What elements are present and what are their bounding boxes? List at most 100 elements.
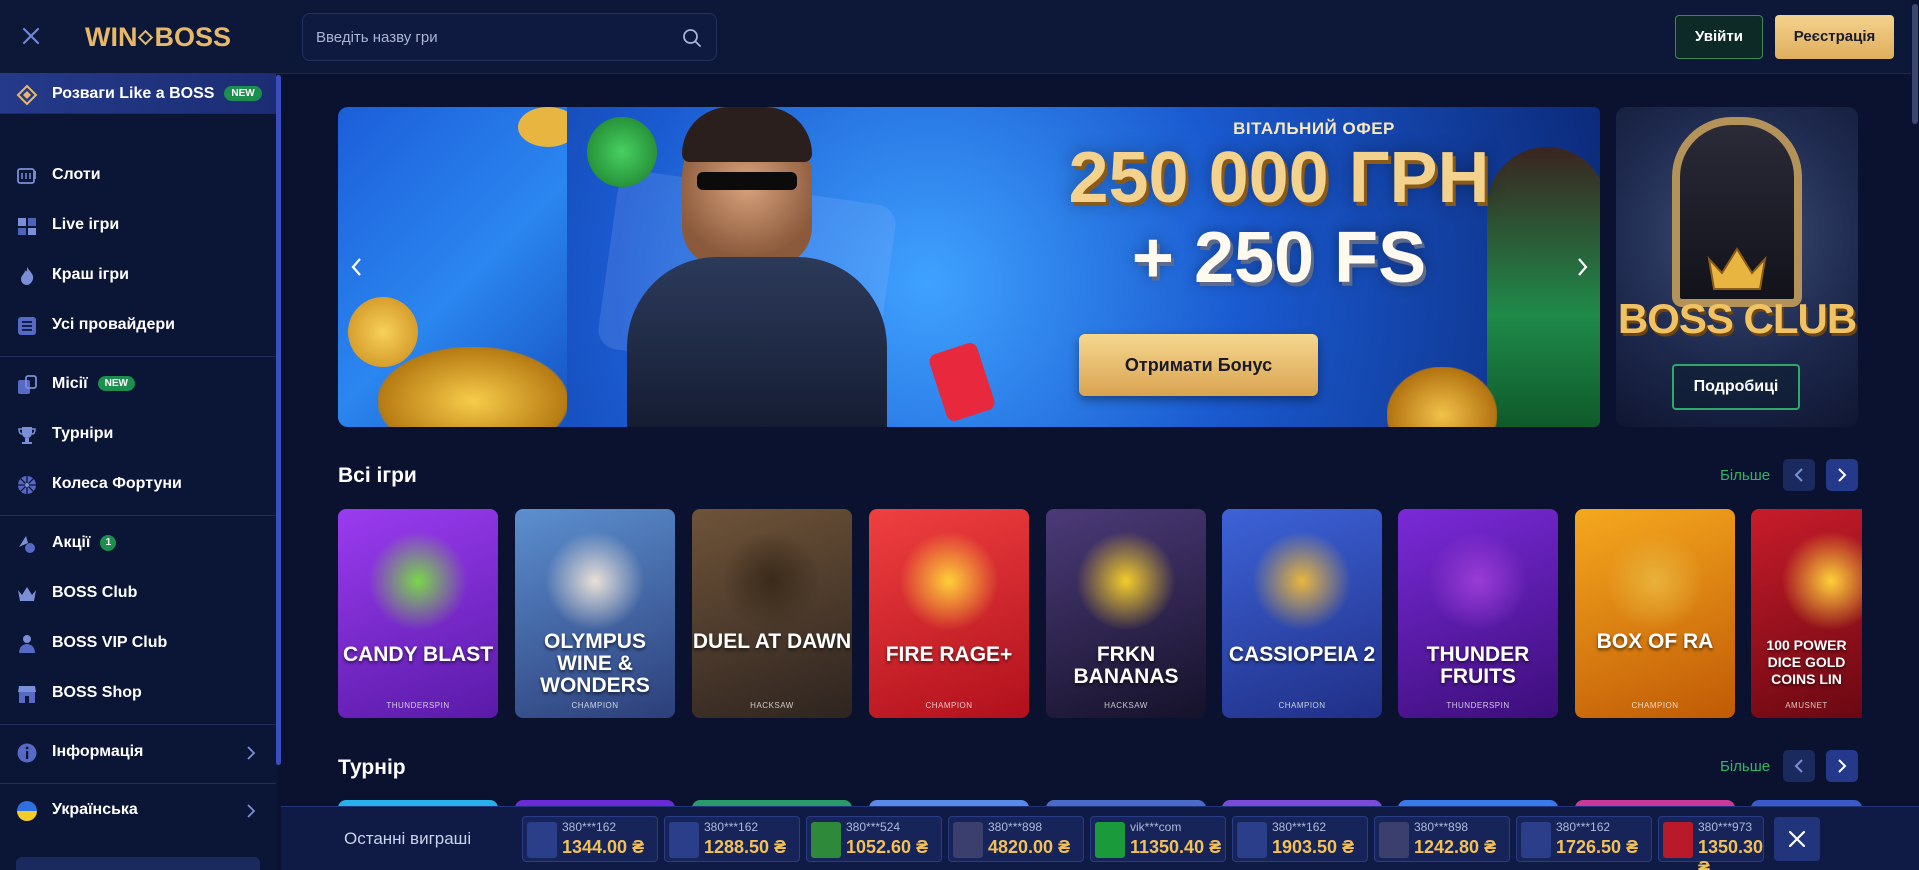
game-card[interactable]: OLYMPUS WINE & WONDERS CHAMPION [515,509,675,718]
sidebar-item-label: Українська [52,801,138,818]
sidebar-item-label: Інформація [52,743,144,760]
banner-next-arrow-icon[interactable] [1575,257,1589,277]
game-provider: AMUSNET [1785,701,1828,710]
win-amount: 4820.00 ₴ [988,837,1071,857]
game-search[interactable]: Введіть назву гри [302,13,717,61]
search-input[interactable]: Введіть назву гри [316,29,438,46]
sidebar-item-boss-shop[interactable]: BOSS Shop [0,671,276,717]
win-amount: 1242.80 ₴ [1414,837,1497,857]
sidebar-item-language[interactable]: Українська [0,788,276,834]
close-menu-icon[interactable] [20,25,42,47]
sidebar-item-wheels[interactable]: Колеса Фортуни [0,462,276,508]
game-thumbnail [1663,822,1693,858]
recent-win-card[interactable]: vik***com 11350.40 ₴ [1090,816,1226,862]
sidebar-item-label: Усі провайдери [52,316,175,333]
carousel-prev-button[interactable] [1783,459,1815,491]
game-card[interactable]: CASSIOPEIA 2 CHAMPION [1222,509,1382,718]
sidebar-scrollbar[interactable] [276,75,281,765]
sidebar-item-label: Акції [52,534,91,551]
diamond-icon [16,84,38,106]
search-icon[interactable] [681,27,703,49]
new-badge: NEW [224,86,262,101]
game-thumbnail [1237,822,1267,858]
more-link[interactable]: Більше [1720,467,1770,484]
carousel-next-button[interactable] [1826,459,1858,491]
close-wins-button[interactable] [1774,817,1820,861]
game-card[interactable]: THUNDER FRUITS THUNDERSPIN [1398,509,1558,718]
game-title: CANDY BLAST [342,643,494,666]
winner-username: 380***162 [1272,820,1327,834]
sidebar-item-boss-vip[interactable]: BOSS VIP Club [0,621,276,667]
recent-win-card[interactable]: 380***162 1903.50 ₴ [1232,816,1368,862]
sidebar-item-missions[interactable]: Місії NEW [0,362,276,408]
more-link[interactable]: Більше [1720,758,1770,775]
site-logo[interactable]: WIN BOSS [85,22,231,53]
game-thumbnail [811,822,841,858]
game-card[interactable]: FIRE RAGE+ CHAMPION [869,509,1029,718]
carousel-prev-button[interactable] [1783,750,1815,782]
game-provider: THUNDERSPIN [1446,701,1510,710]
sidebar-item-slots[interactable]: Слоти [0,153,276,199]
details-button[interactable]: Подробиці [1672,364,1800,410]
recent-win-card[interactable]: 380***898 4820.00 ₴ [948,816,1084,862]
win-amount: 11350.40 ₴ [1130,837,1222,857]
game-title: BOX OF RA [1596,630,1714,653]
recent-wins-bar: Останні виграші 380***162 1344.00 ₴ 380***… [281,806,1919,870]
game-card[interactable]: DUEL AT DAWN HACKSAW [692,509,852,718]
game-thumbnail-art [1605,531,1705,631]
banner-prev-arrow-icon[interactable] [350,257,364,277]
page-scrollbar[interactable] [1911,0,1919,870]
login-button[interactable]: Увійти [1675,15,1763,59]
recent-win-card[interactable]: 380***162 1344.00 ₴ [522,816,658,862]
sidebar-item-label: Колеса Фортуни [52,475,182,492]
carousel-next-button[interactable] [1826,750,1858,782]
sidebar-item-like-a-boss[interactable]: Розваги Like a BOSS NEW [0,73,276,113]
shop-icon [18,686,36,703]
divider [0,356,276,357]
win-amount: 1288.50 ₴ [704,837,787,857]
welcome-offer-banner[interactable]: ВІТАЛЬНИЙ ОФЕР 250 000 ГРН + 250 FS Отри… [567,107,1600,427]
ukraine-flag-icon [17,801,37,821]
sidebar-bottom-button[interactable] [16,857,260,870]
sidebar-item-boss-club[interactable]: BOSS Club [0,571,276,617]
recent-win-card[interactable]: 380***898 1242.80 ₴ [1374,816,1510,862]
sidebar-item-crash-games[interactable]: Краш ігри [0,253,276,299]
game-title: FIRE RAGE+ [885,643,1013,666]
game-thumbnail [953,822,983,858]
sidebar-item-label: Турніри [52,425,114,442]
winner-username: vik***com [1130,820,1182,834]
divider [0,724,276,725]
sidebar-item-live-games[interactable]: Live ігри [0,203,276,249]
game-card[interactable]: CANDY BLAST THUNDERSPIN [338,509,498,718]
sidebar-item-promotions[interactable]: Акції 1 [0,521,276,567]
sidebar-item-information[interactable]: Інформація [0,730,276,776]
recent-win-card[interactable]: 380***162 1726.50 ₴ [1516,816,1652,862]
boss-suit-art [627,257,887,427]
recent-win-card[interactable]: 380***524 1052.60 ₴ [806,816,942,862]
game-thumbnail [1521,822,1551,858]
game-title: FRKN BANANAS [1073,643,1179,688]
top-header: WIN BOSS Введіть назву гри Увійти Реєстра… [0,0,1919,74]
game-card[interactable]: 100 POWER DICE GOLD COINS LIN AMUSNET [1751,509,1862,718]
game-card[interactable]: BOX OF RA CHAMPION [1575,509,1735,718]
game-provider: HACKSAW [750,701,794,710]
sidebar-item-label: BOSS VIP Club [52,634,168,651]
recent-win-card[interactable]: 380***973 1350.30 ₴ [1658,816,1764,870]
banner-slide-previous[interactable] [338,107,568,427]
recent-wins-label: Останні виграші [344,829,472,848]
get-bonus-button[interactable]: Отримати Бонус [1079,334,1318,396]
close-icon [1788,830,1806,848]
winner-username: 380***162 [562,820,617,834]
seven-symbol-art [927,340,997,424]
winner-username: 380***162 [1556,820,1611,834]
game-card[interactable]: FRKN BANANAS HACKSAW [1046,509,1206,718]
winner-username: 380***898 [988,820,1043,834]
sidebar-item-tournaments[interactable]: Турніри [0,412,276,458]
winner-username: 380***524 [846,820,901,834]
register-button[interactable]: Реєстрація [1775,15,1894,59]
recent-win-card[interactable]: 380***162 1288.50 ₴ [664,816,800,862]
game-thumbnail [1095,822,1125,858]
scrollbar-thumb[interactable] [1912,4,1918,124]
boss-club-banner[interactable]: BOSS CLUB Подробиці [1616,107,1858,427]
sidebar-item-providers[interactable]: Усі провайдери [0,303,276,349]
